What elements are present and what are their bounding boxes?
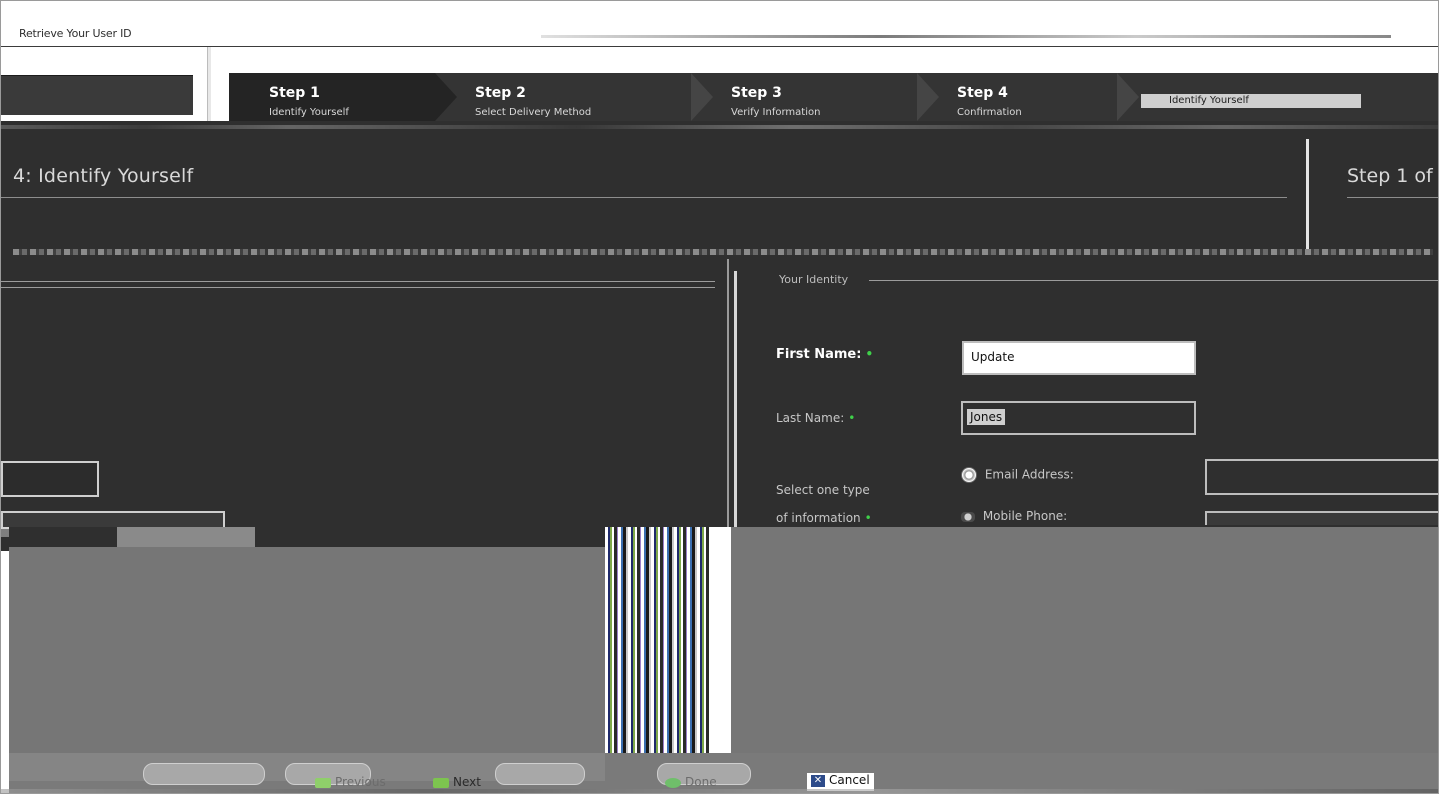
step-3-label: Step 3 <box>731 85 782 101</box>
step-2-label: Step 2 <box>475 85 526 101</box>
lower-left-header <box>9 527 117 547</box>
wizard-step-3[interactable]: Step 3 Verify Information <box>691 73 939 121</box>
side-underline <box>1347 197 1438 198</box>
left-panel-field[interactable] <box>1 461 99 497</box>
window-title: Retrieve Your User ID <box>19 27 132 40</box>
wizard-step-4[interactable]: Step 4 Confirmation <box>917 73 1139 121</box>
panel-separator-highlight <box>734 271 737 551</box>
wizard-step-1[interactable]: Step 1 Identify Yourself <box>229 73 457 121</box>
title-underline <box>1 197 1287 198</box>
step-counter: Step 1 of 4 <box>1347 165 1438 187</box>
pane-divider[interactable] <box>207 47 211 127</box>
step-1-label: Step 1 <box>269 85 320 101</box>
current-step-chip: Identify Yourself <box>1141 94 1361 108</box>
next-button[interactable]: Next <box>433 775 481 789</box>
arrow-left-icon <box>315 777 331 788</box>
contact-type-label-2: of information • <box>776 511 872 525</box>
required-icon: • <box>864 511 872 525</box>
done-button[interactable]: Done <box>665 775 717 789</box>
first-name-input[interactable]: Update <box>962 341 1196 375</box>
side-divider <box>1306 139 1309 249</box>
step-1-subtitle: Identify Yourself <box>269 107 349 118</box>
page-title: 4: Identify Yourself <box>13 165 194 187</box>
header-divider <box>1 125 1438 129</box>
email-input[interactable] <box>1205 459 1438 495</box>
main-panel: 4: Identify Yourself Step 1 of 4 Your Id… <box>1 121 1438 551</box>
application-window: Retrieve Your User ID Step 1 Identify Yo… <box>0 0 1439 794</box>
identity-divider <box>869 280 1438 281</box>
radio-selected-icon[interactable] <box>961 467 977 483</box>
step-4-subtitle: Confirmation <box>957 107 1022 118</box>
check-icon <box>665 777 681 788</box>
identity-heading: Your Identity <box>779 273 849 286</box>
previous-button[interactable]: Previous <box>315 775 386 789</box>
left-nav-tab[interactable] <box>1 75 193 115</box>
chevron-right-icon <box>1117 73 1139 121</box>
next-pill <box>495 763 585 785</box>
chevron-right-icon <box>435 73 457 121</box>
arrow-right-icon <box>433 777 449 788</box>
last-name-value: Jones <box>967 409 1006 425</box>
mobile-option[interactable]: Mobile Phone: <box>961 509 1067 523</box>
first-name-value: Update <box>968 349 1018 365</box>
required-icon: • <box>848 411 856 425</box>
wizard-progress-strip: Step 1 Identify Yourself Step 2 Select D… <box>1 47 1438 127</box>
radio-unselected-icon[interactable] <box>961 511 975 522</box>
footer-divider <box>1 789 1438 793</box>
step-4-label: Step 4 <box>957 85 1008 101</box>
email-option[interactable]: Email Address: <box>961 467 1074 483</box>
lower-mid-gap <box>709 527 731 781</box>
last-name-input[interactable]: Jones <box>961 401 1196 435</box>
lower-left-header-fill <box>255 527 605 547</box>
chevron-right-icon <box>917 73 939 121</box>
rendering-artifact-bars <box>605 527 709 781</box>
step-3-subtitle: Verify Information <box>731 107 821 118</box>
left-panel-header <box>1 281 715 288</box>
title-divider <box>541 35 1391 38</box>
step-2-subtitle: Select Delivery Method <box>475 107 592 118</box>
title-bar: Retrieve Your User ID <box>1 1 1438 47</box>
instructions-text <box>13 249 1433 255</box>
email-option-label: Email Address: <box>984 467 1074 482</box>
last-name-label: Last Name: • <box>776 411 856 425</box>
contact-type-label-1: Select one type <box>776 483 870 497</box>
wizard-step-2[interactable]: Step 2 Select Delivery Method <box>435 73 713 121</box>
mobile-phone-input[interactable] <box>1205 511 1438 525</box>
lower-left-header-tab <box>117 527 255 547</box>
lower-left-pane <box>9 547 605 755</box>
lower-right-pane <box>731 527 1438 753</box>
required-icon: • <box>865 347 874 361</box>
close-icon: ✕ <box>811 774 825 787</box>
mobile-option-label: Mobile Phone: <box>982 509 1068 523</box>
panel-separator[interactable] <box>727 259 729 551</box>
first-name-label: First Name: • <box>776 347 874 362</box>
chevron-right-icon <box>691 73 713 121</box>
back-pill <box>143 763 265 785</box>
